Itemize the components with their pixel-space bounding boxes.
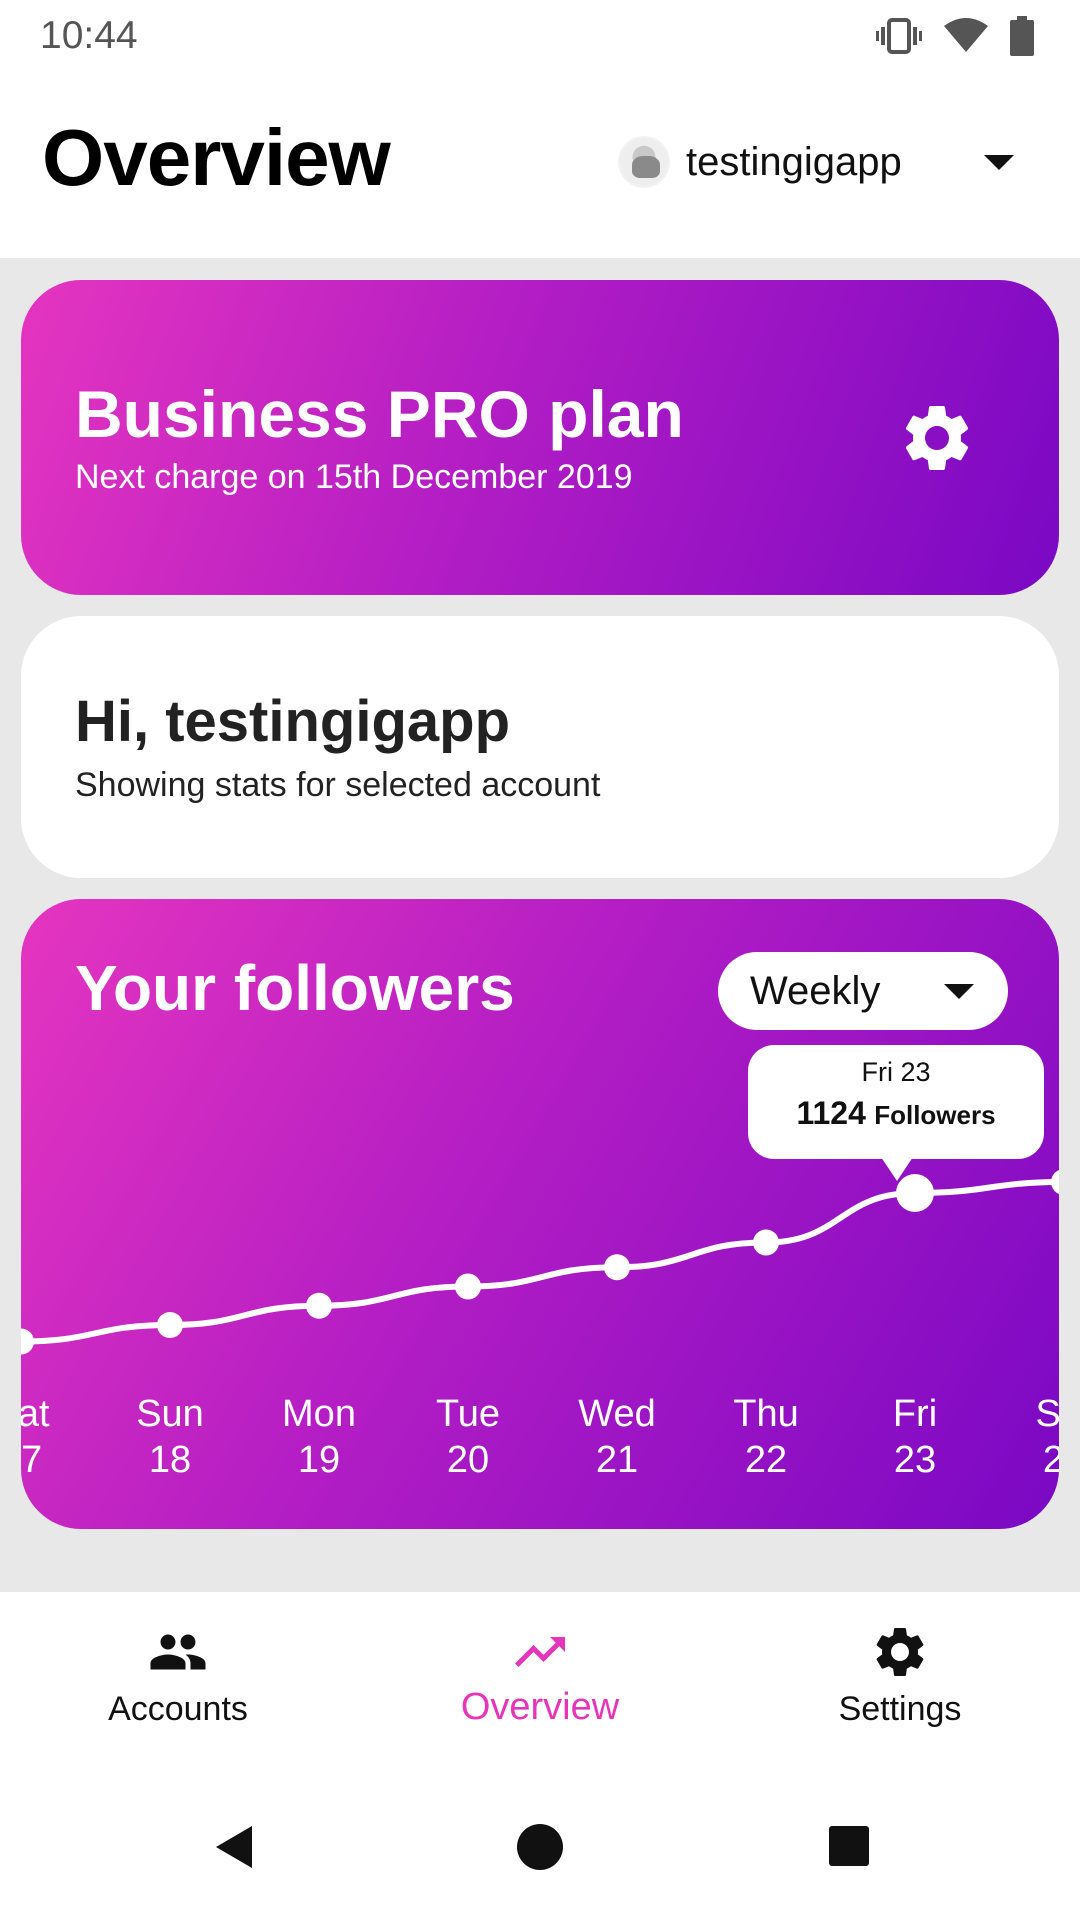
account-switcher[interactable]: testingigapp	[618, 132, 1038, 192]
greeting-card: Hi, testingigapp Showing stats for selec…	[21, 616, 1059, 878]
x-tick-day: Mon	[282, 1393, 356, 1435]
tooltip-value-row: 1124 Followers	[748, 1095, 1044, 1132]
x-tick-day: Sat	[21, 1393, 50, 1435]
wifi-icon	[944, 18, 988, 52]
chart-point[interactable]	[21, 1328, 34, 1355]
battery-icon	[1010, 16, 1034, 56]
x-tick-date: 22	[745, 1439, 787, 1481]
plan-next-charge: Next charge on 15th December 2019	[75, 458, 633, 496]
period-value: Weekly	[750, 968, 881, 1013]
nav-label-overview: Overview	[460, 1686, 620, 1728]
x-tick-date: 24	[1043, 1439, 1059, 1481]
recents-icon[interactable]	[815, 1812, 885, 1882]
nav-item-overview[interactable]: Overview	[390, 1592, 690, 1772]
gear-icon[interactable]	[897, 398, 977, 478]
avatar	[618, 136, 670, 188]
plan-title: Business PRO plan	[75, 377, 684, 451]
tooltip-value: 1124	[796, 1095, 866, 1131]
gear-icon	[876, 1628, 924, 1676]
trending-up-icon	[515, 1637, 565, 1667]
greeting-subtitle: Showing stats for selected account	[75, 766, 601, 804]
chart-point[interactable]	[157, 1312, 183, 1338]
plan-card: Business PRO plan Next charge on 15th De…	[21, 280, 1059, 595]
chart-point[interactable]	[604, 1254, 630, 1281]
account-name: testingigapp	[686, 139, 902, 184]
tooltip-date: Fri 23	[861, 1057, 931, 1087]
chevron-down-icon	[944, 983, 974, 999]
x-tick-date: 17	[21, 1439, 42, 1481]
vibrate-icon	[876, 18, 922, 54]
x-tick-day: Sun	[136, 1393, 204, 1435]
x-tick-day: Wed	[578, 1393, 655, 1435]
header-area: 10:44 Overview testingigapp	[0, 0, 1080, 258]
chart-point[interactable]	[1051, 1169, 1059, 1195]
chart-tooltip: Fri 23 1124 Followers	[748, 1045, 1044, 1181]
chart-point[interactable]	[306, 1292, 332, 1319]
x-tick-date: 20	[447, 1439, 489, 1481]
followers-title: Your followers	[75, 952, 515, 1024]
nav-label-settings: Settings	[838, 1690, 962, 1728]
x-tick-date: 19	[298, 1439, 340, 1481]
greeting-title: Hi, testingigapp	[75, 689, 510, 754]
x-tick-day: Sat	[1035, 1393, 1059, 1435]
x-tick-date: 23	[894, 1439, 936, 1481]
x-tick-date: 21	[596, 1439, 638, 1481]
system-navigation-bar	[0, 1772, 1080, 1920]
period-dropdown[interactable]: Weekly	[718, 952, 1008, 1030]
tooltip-unit: Followers	[874, 1100, 996, 1130]
home-icon[interactable]	[505, 1812, 575, 1882]
nav-item-settings[interactable]: Settings	[750, 1592, 1050, 1772]
x-tick-date: 18	[149, 1439, 191, 1481]
status-time: 10:44	[40, 14, 138, 57]
x-tick-day: Thu	[733, 1393, 798, 1435]
followers-card: Sat 17 Sun18 Mon19 Tue20 Wed21 Thu22 Fri23 Sat 24…	[21, 899, 1059, 1529]
status-icons	[876, 16, 1034, 56]
x-tick-day: Fri	[893, 1393, 937, 1435]
back-icon[interactable]	[196, 1812, 266, 1882]
bottom-navigation: Accounts Overview Settings	[0, 1592, 1080, 1772]
nav-item-accounts[interactable]: Accounts	[28, 1592, 328, 1772]
page-title: Overview	[42, 113, 391, 202]
x-tick-day: Tue	[436, 1393, 500, 1435]
nav-label-accounts: Accounts	[108, 1690, 248, 1728]
chevron-down-icon	[984, 154, 1014, 170]
people-icon	[150, 1634, 206, 1670]
chart-point[interactable]	[455, 1273, 481, 1300]
chart-point[interactable]	[753, 1229, 779, 1256]
